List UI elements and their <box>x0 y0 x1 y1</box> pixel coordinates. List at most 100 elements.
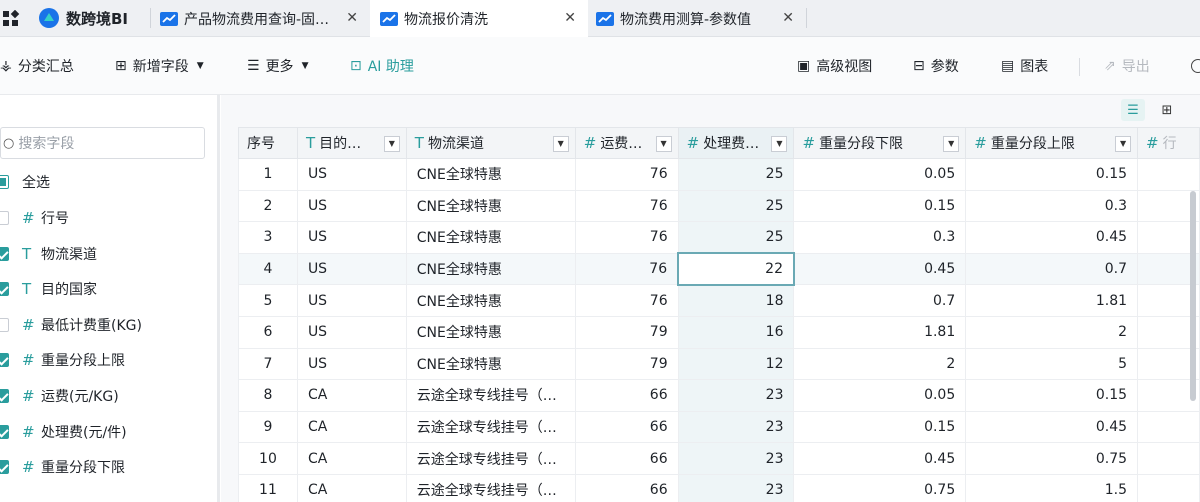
column-header[interactable]: T 物流渠道 ▼ <box>405 127 576 159</box>
column-header[interactable]: # 重量分段上限 ▼ <box>965 127 1139 159</box>
grid-view-icon[interactable]: ⊞ <box>1155 99 1179 121</box>
table-row[interactable]: 1 US CNE全球特惠 76 25 0.05 0.15 <box>238 158 1200 191</box>
table-cell[interactable]: 0.45 <box>793 442 967 475</box>
table-cell[interactable]: 0.45 <box>965 221 1139 254</box>
field-checkbox[interactable] <box>0 246 9 261</box>
table-cell[interactable]: 79 <box>574 347 679 381</box>
search-field-input[interactable]: ○ 搜索字段 <box>0 127 205 159</box>
table-row[interactable]: 6 US CNE全球特惠 79 16 1.81 2 <box>238 315 1200 349</box>
table-cell[interactable]: CA <box>296 442 407 475</box>
table-cell[interactable]: 8 <box>238 379 298 412</box>
table-cell[interactable]: 1 <box>238 158 298 191</box>
field-checkbox[interactable] <box>0 460 9 475</box>
table-cell[interactable]: 5 <box>965 347 1139 381</box>
column-header[interactable]: 序号 <box>238 127 298 159</box>
table-cell[interactable]: 2 <box>793 347 967 381</box>
table-cell[interactable]: 0.05 <box>793 379 967 412</box>
table-row[interactable]: 4 US CNE全球特惠 76 22 0.45 0.7 <box>238 252 1200 286</box>
table-cell[interactable]: 0.75 <box>793 473 967 502</box>
table-row[interactable]: 9 CA 云途全球专线挂号（… 66 23 0.15 0.45 <box>238 410 1200 444</box>
table-cell[interactable]: CA <box>296 410 407 444</box>
table-cell[interactable]: 0.45 <box>793 252 967 286</box>
table-cell[interactable]: 0.7 <box>793 284 967 317</box>
table-cell[interactable]: US <box>296 252 407 286</box>
table-cell-empty[interactable] <box>1137 158 1200 191</box>
field-item[interactable]: # 行号 <box>0 200 220 236</box>
row-view-icon[interactable]: ☰ <box>1121 99 1145 121</box>
more-button[interactable]: ☰ 更多 ▼ <box>247 37 308 95</box>
table-cell[interactable]: US <box>296 221 407 254</box>
table-cell-empty[interactable] <box>1137 442 1200 475</box>
table-cell[interactable]: 云途全球专线挂号（… <box>405 473 576 502</box>
chart-button[interactable]: ▤ 图表 <box>1001 37 1048 95</box>
field-item[interactable]: # 处理费(元/件) <box>0 414 220 450</box>
table-cell[interactable]: 23 <box>677 442 795 475</box>
table-cell[interactable]: 25 <box>677 158 795 191</box>
table-cell[interactable]: 66 <box>574 442 679 475</box>
table-cell[interactable]: 1.81 <box>965 284 1139 317</box>
table-cell[interactable]: US <box>296 189 407 223</box>
table-cell[interactable]: 79 <box>574 315 679 349</box>
table-cell[interactable]: CNE全球特惠 <box>405 221 576 254</box>
table-cell[interactable]: US <box>296 284 407 317</box>
column-header[interactable]: # 行 <box>1137 127 1200 159</box>
table-cell[interactable]: 12 <box>677 347 795 381</box>
table-cell[interactable]: CNE全球特惠 <box>405 252 576 286</box>
table-cell[interactable]: 1.81 <box>793 315 967 349</box>
column-header[interactable]: # 处理费… ▼ <box>677 127 795 159</box>
table-row[interactable]: 11 CA 云途全球专线挂号（… 66 23 0.75 1.5 <box>238 473 1200 502</box>
table-cell[interactable]: 0.75 <box>965 442 1139 475</box>
table-cell[interactable]: 76 <box>574 284 679 317</box>
table-cell[interactable]: 66 <box>574 473 679 502</box>
close-icon[interactable]: ✕ <box>564 10 576 26</box>
table-cell[interactable]: 0.7 <box>965 252 1139 286</box>
table-cell[interactable]: CNE全球特惠 <box>405 284 576 317</box>
field-item[interactable]: # 最低计费重(KG) <box>0 307 220 343</box>
group-summary-button[interactable]: ⚶ 分类汇总 <box>0 37 74 95</box>
table-cell[interactable]: 云途全球专线挂号（… <box>405 442 576 475</box>
checkbox-partial-icon[interactable] <box>0 175 9 189</box>
table-cell[interactable]: 0.3 <box>793 221 967 254</box>
table-cell[interactable]: 10 <box>238 442 298 475</box>
table-cell[interactable]: 76 <box>574 221 679 254</box>
table-cell[interactable]: 3 <box>238 221 298 254</box>
table-cell[interactable]: 25 <box>677 189 795 223</box>
field-checkbox[interactable] <box>0 353 9 368</box>
table-row[interactable]: 3 US CNE全球特惠 76 25 0.3 0.45 <box>238 221 1200 254</box>
table-cell[interactable]: US <box>296 158 407 191</box>
table-row[interactable]: 8 CA 云途全球专线挂号（… 66 23 0.05 0.15 <box>238 379 1200 412</box>
table-cell-empty[interactable] <box>1137 410 1200 444</box>
table-cell[interactable]: CNE全球特惠 <box>405 347 576 381</box>
settings-icon[interactable] <box>1191 59 1200 73</box>
field-checkbox[interactable] <box>0 424 9 439</box>
table-cell[interactable]: 22 <box>677 252 795 286</box>
close-icon[interactable]: ✕ <box>782 10 794 26</box>
table-cell[interactable]: 云途全球专线挂号（… <box>405 379 576 412</box>
table-cell[interactable]: 5 <box>238 284 298 317</box>
apps-grid-icon[interactable] <box>2 9 20 28</box>
select-all-checkbox[interactable]: 全选 <box>0 164 220 200</box>
table-cell[interactable]: 23 <box>677 379 795 412</box>
table-row[interactable]: 2 US CNE全球特惠 76 25 0.15 0.3 <box>238 189 1200 223</box>
table-cell[interactable]: 76 <box>574 252 679 286</box>
table-row[interactable]: 7 US CNE全球特惠 79 12 2 5 <box>238 347 1200 381</box>
tab-logistics-cost[interactable]: 物流费用测算-参数值 ✕ <box>596 0 806 37</box>
tab-logistics-quote[interactable]: 物流报价清洗 ✕ <box>370 0 588 37</box>
table-cell[interactable]: 66 <box>574 410 679 444</box>
table-cell[interactable]: 11 <box>238 473 298 502</box>
column-dropdown-icon[interactable]: ▼ <box>1115 136 1132 152</box>
column-header[interactable]: # 运费… ▼ <box>574 127 679 159</box>
table-cell[interactable]: CA <box>296 473 407 502</box>
table-cell[interactable]: 2 <box>238 189 298 223</box>
table-cell[interactable]: CNE全球特惠 <box>405 315 576 349</box>
column-header[interactable]: T 目的… ▼ <box>296 127 407 159</box>
table-cell[interactable]: 2 <box>965 315 1139 349</box>
table-cell[interactable]: 18 <box>677 284 795 317</box>
table-cell[interactable]: 7 <box>238 347 298 381</box>
table-cell[interactable]: 4 <box>238 252 298 286</box>
field-item[interactable]: T 物流渠道 <box>0 236 220 272</box>
column-dropdown-icon[interactable]: ▼ <box>552 136 569 152</box>
table-cell[interactable]: 0.05 <box>793 158 967 191</box>
table-cell[interactable]: 76 <box>574 189 679 223</box>
table-cell[interactable]: CA <box>296 379 407 412</box>
